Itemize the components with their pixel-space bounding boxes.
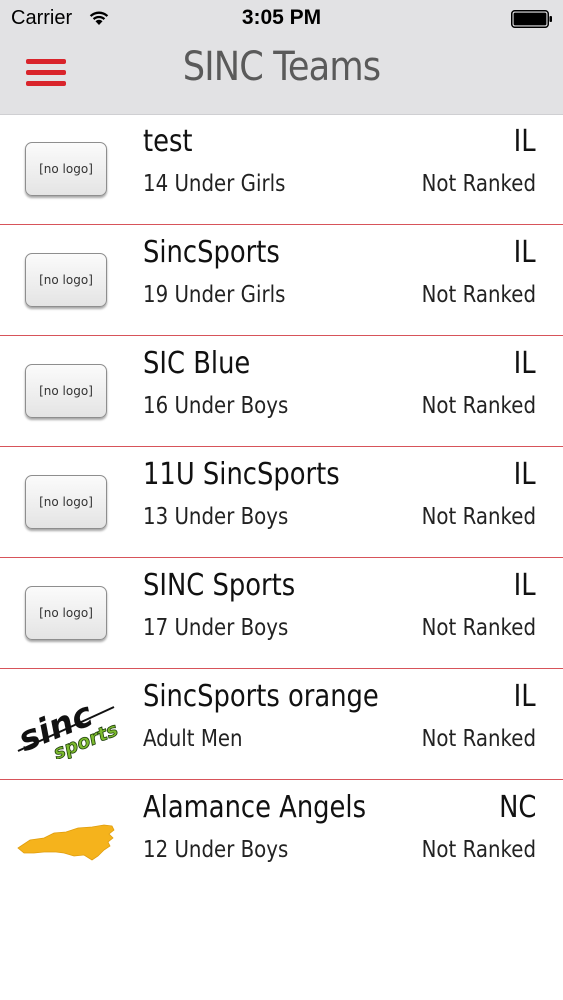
team-rank: Not Ranked (421, 282, 536, 308)
team-state: IL (514, 235, 536, 270)
no-logo-placeholder: [no logo] (25, 364, 107, 418)
team-name: SincSports orange (143, 679, 379, 714)
team-name: Alamance Angels (143, 790, 367, 825)
team-row[interactable]: [no logo] SincSports 19 Under Girls IL N… (0, 225, 563, 336)
team-name: SINC Sports (143, 568, 296, 603)
no-logo-placeholder: [no logo] (25, 475, 107, 529)
team-logo: [no logo] (14, 245, 118, 315)
battery-icon (511, 10, 553, 28)
team-age-group: 17 Under Boys (143, 615, 289, 641)
team-rank: Not Ranked (421, 504, 536, 530)
team-age-group: 16 Under Boys (143, 393, 289, 419)
team-name: 11U SincSports (143, 457, 340, 492)
team-rank: Not Ranked (421, 837, 536, 863)
screen: Carrier 3:05 PM SINC Teams [no logo] tes… (0, 0, 563, 1000)
team-name: SIC Blue (143, 346, 251, 381)
team-age-group: 19 Under Girls (143, 282, 286, 308)
no-logo-placeholder: [no logo] (25, 253, 107, 307)
team-rank: Not Ranked (421, 615, 536, 641)
team-row[interactable]: Alamance Angels 12 Under Boys NC Not Ran… (0, 780, 563, 890)
team-logo: [no logo] (14, 578, 118, 648)
team-row[interactable]: sinc sports SincSports orange Adult Men … (0, 669, 563, 780)
team-rank: Not Ranked (421, 171, 536, 197)
status-time: 3:05 PM (241, 6, 322, 29)
team-age-group: 13 Under Boys (143, 504, 289, 530)
navigation-header: Carrier 3:05 PM SINC Teams (0, 0, 563, 115)
team-logo: [no logo] (14, 467, 118, 537)
team-rank: Not Ranked (421, 393, 536, 419)
no-logo-placeholder: [no logo] (25, 586, 107, 640)
team-name: SincSports (143, 235, 280, 270)
team-state: IL (514, 568, 536, 603)
team-state: NC (498, 790, 536, 825)
team-logo: [no logo] (14, 134, 118, 204)
page-title: SINC Teams (182, 44, 381, 90)
team-age-group: 12 Under Boys (143, 837, 289, 863)
team-list: [no logo] test 14 Under Girls IL Not Ran… (0, 114, 563, 890)
team-state: IL (514, 124, 536, 159)
team-row[interactable]: [no logo] SIC Blue 16 Under Boys IL Not … (0, 336, 563, 447)
no-logo-placeholder: [no logo] (25, 142, 107, 196)
team-state: IL (514, 346, 536, 381)
team-state: IL (514, 679, 536, 714)
status-bar: Carrier 3:05 PM (0, 0, 563, 38)
team-state: IL (514, 457, 536, 492)
team-row[interactable]: [no logo] SINC Sports 17 Under Boys IL N… (0, 558, 563, 669)
team-row[interactable]: [no logo] 11U SincSports 13 Under Boys I… (0, 447, 563, 558)
team-age-group: Adult Men (143, 726, 243, 752)
team-age-group: 14 Under Girls (143, 171, 286, 197)
team-rank: Not Ranked (421, 726, 536, 752)
team-name: test (143, 124, 193, 159)
team-logo: [no logo] (14, 356, 118, 426)
team-row[interactable]: [no logo] test 14 Under Girls IL Not Ran… (0, 114, 563, 225)
north-carolina-map-icon (14, 800, 118, 870)
sincsports-logo: sinc sports (14, 689, 118, 759)
